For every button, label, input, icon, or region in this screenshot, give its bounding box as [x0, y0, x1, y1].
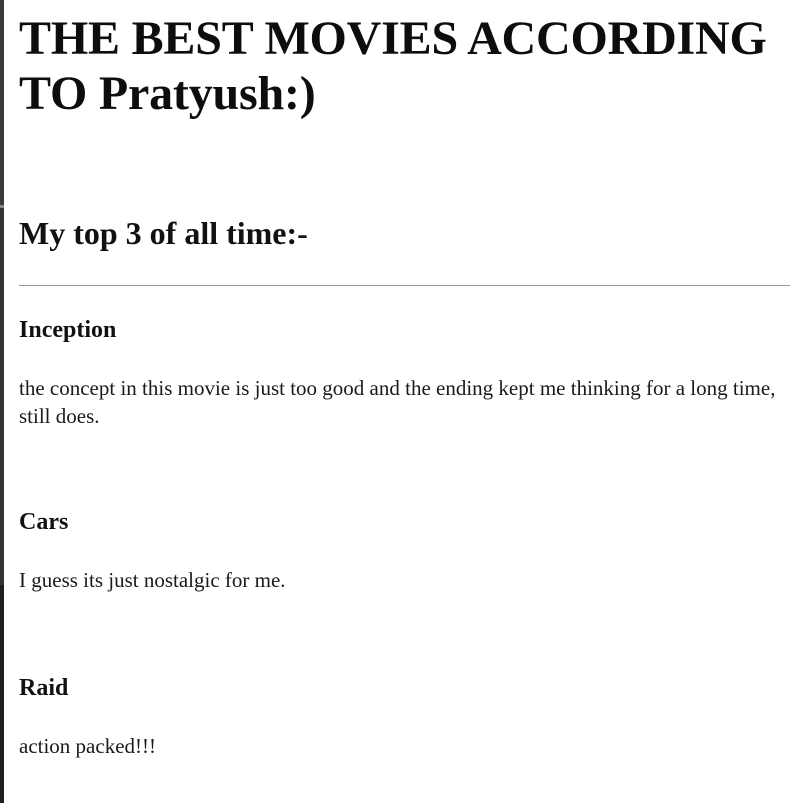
page-content: THE BEST MOVIES ACCORDING TO Pratyush:) … [19, 0, 790, 760]
movie-title: Raid [19, 675, 69, 701]
movie-entry-raid: Raid action packed!!! [19, 674, 790, 760]
movie-description: the concept in this movie is just too go… [19, 376, 776, 428]
window-edge [0, 0, 4, 803]
page-title: THE BEST MOVIES ACCORDING TO Pratyush:) [19, 12, 767, 120]
divider [19, 285, 790, 286]
movie-title: Inception [19, 317, 117, 343]
movie-description: I guess its just nostalgic for me. [19, 568, 286, 592]
movie-entry-cars: Cars I guess its just nostalgic for me. [19, 508, 790, 594]
movie-entry-inception: Inception the concept in this movie is j… [19, 316, 790, 430]
section-heading: My top 3 of all time:- [19, 215, 308, 251]
movie-title: Cars [19, 509, 69, 535]
movie-description: action packed!!! [19, 734, 157, 758]
